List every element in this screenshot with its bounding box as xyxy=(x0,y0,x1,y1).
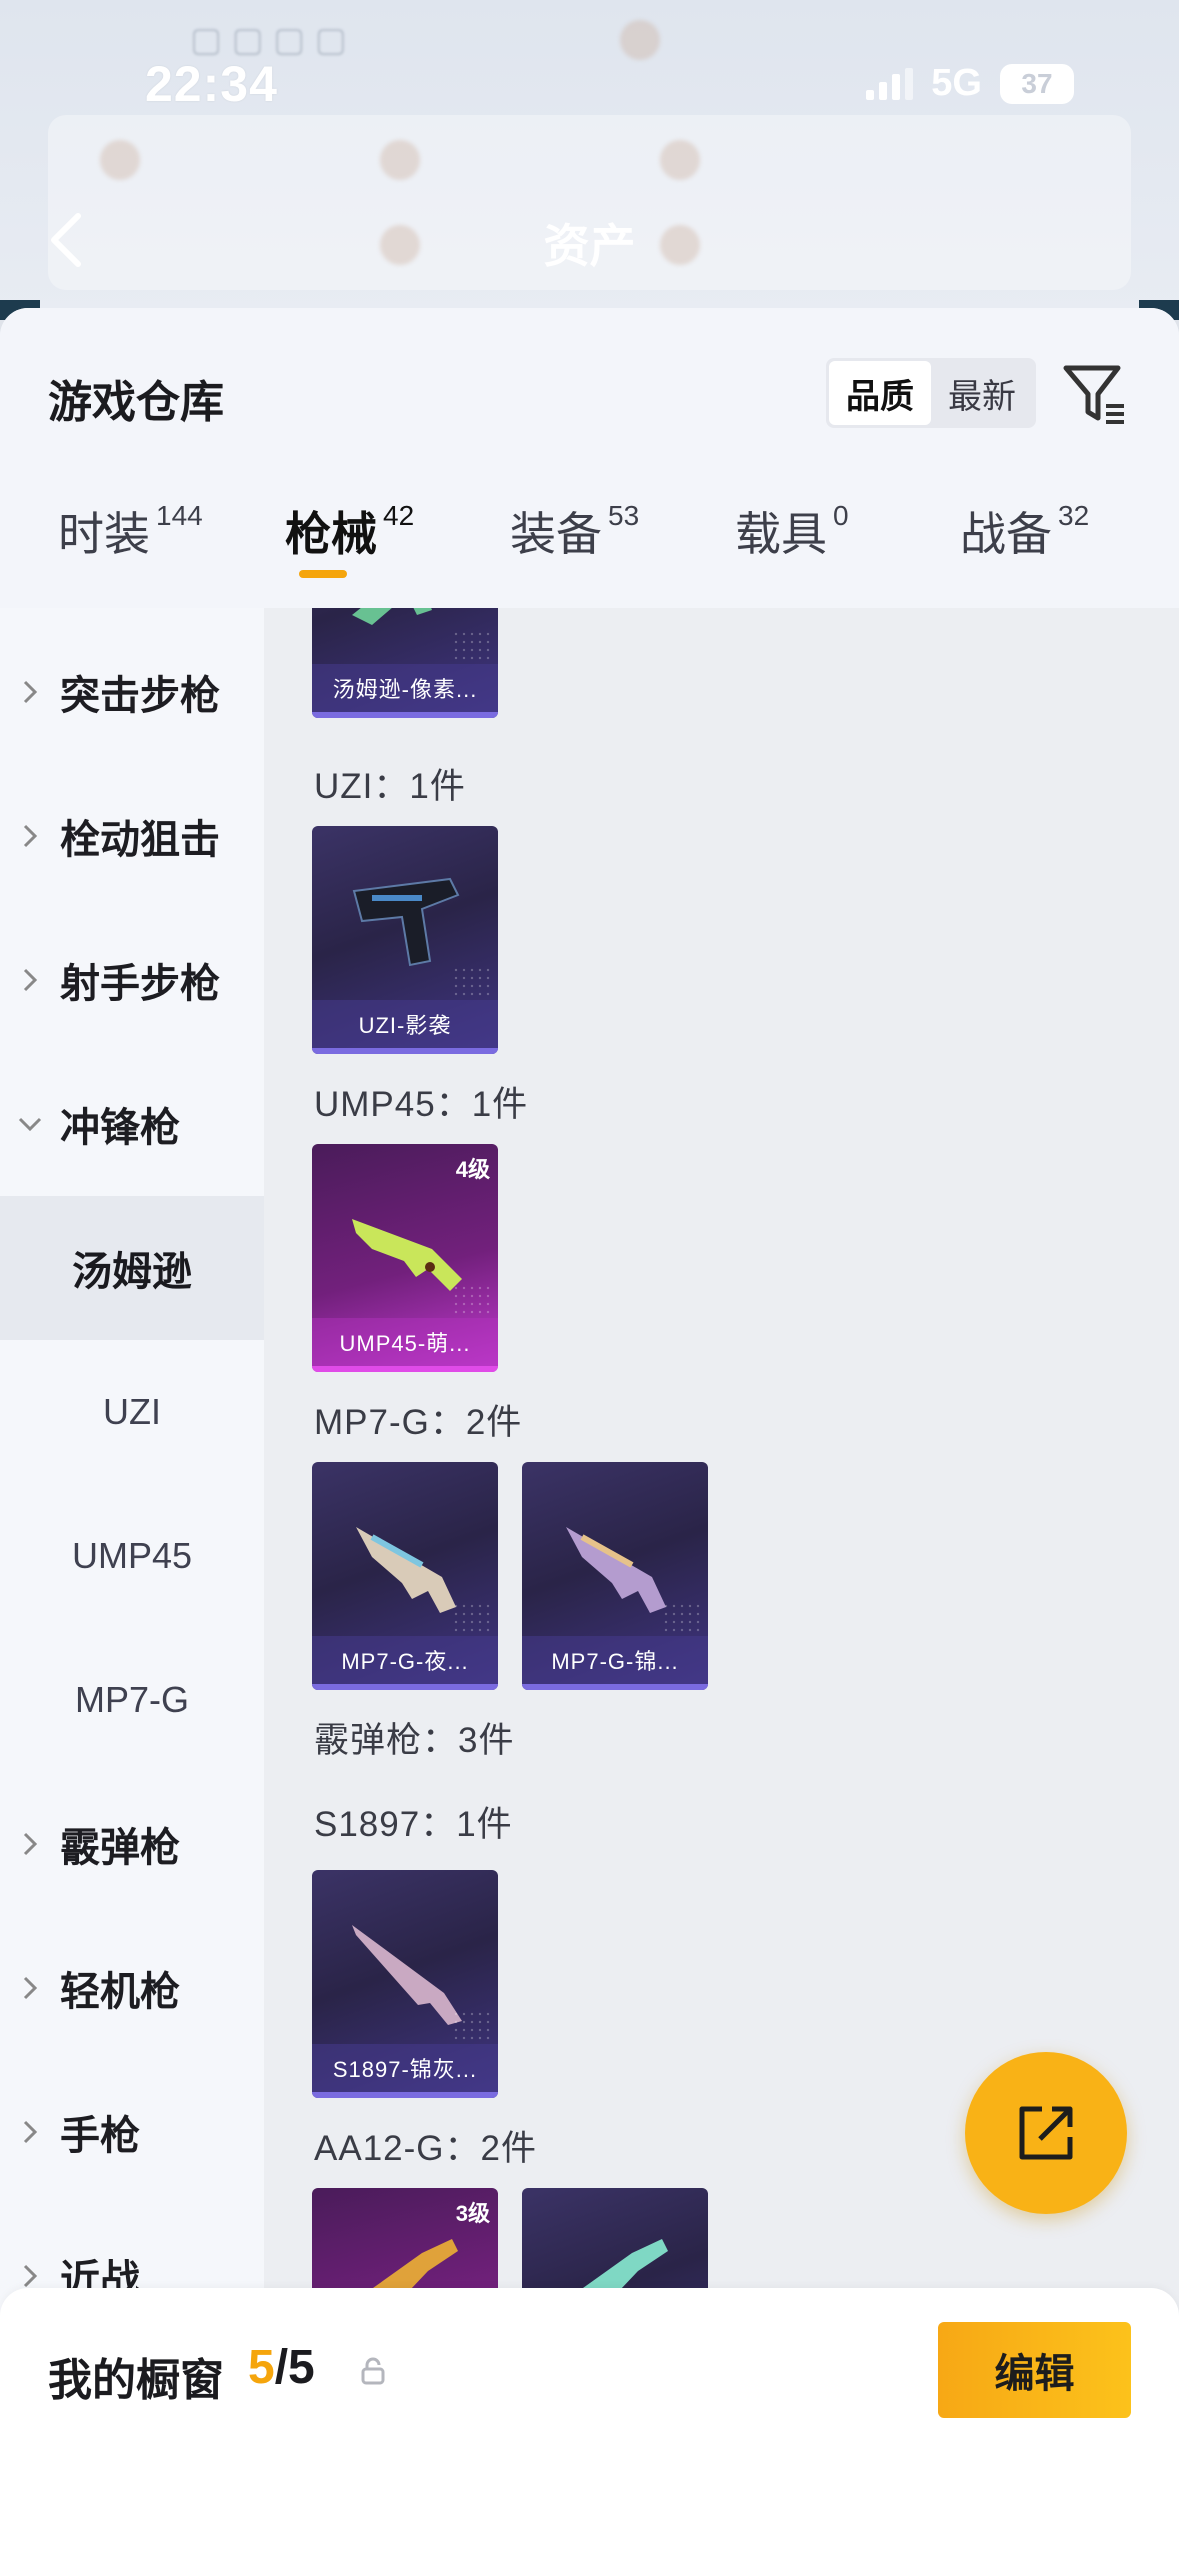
active-tab-indicator xyxy=(299,570,347,578)
lock-icon xyxy=(361,2357,385,2385)
chevron-down-icon xyxy=(0,1116,60,1132)
network-type: 5G xyxy=(931,62,982,104)
sidebar-item-label: 射手步枪 xyxy=(60,962,220,1006)
chevron-right-icon xyxy=(0,967,60,993)
chevron-right-icon xyxy=(0,1831,60,1857)
item-list: 汤姆逊-像素... UZI：1件 UZI-影袭 UMP45：1件 4级 UMP4… xyxy=(264,608,1179,2556)
sidebar-item-label: 霰弹枪 xyxy=(60,1826,180,1870)
category-tabs: 时装 144 枪械 42 装备 53 载具 0 战备 32 xyxy=(0,498,1179,608)
edit-button[interactable]: 编辑 xyxy=(938,2322,1131,2418)
sidebar-item-bolt-sniper[interactable]: 栓动狙击 xyxy=(0,764,264,908)
item-card[interactable]: 4级 UMP45-萌... xyxy=(312,1144,498,1372)
blurred-icon xyxy=(100,140,140,180)
group-title: AA12-G：2件 xyxy=(314,2129,537,2168)
group-title: S1897：1件 xyxy=(314,1805,513,1844)
showcase-count: 5/5 xyxy=(248,2341,315,2394)
signal-icon xyxy=(866,67,914,100)
tab-vehicles[interactable]: 载具 0 xyxy=(735,498,849,608)
showcase-label: 我的橱窗 xyxy=(48,2356,224,2405)
sidebar-sub-ump45[interactable]: UMP45 xyxy=(0,1484,264,1628)
chevron-right-icon xyxy=(0,823,60,849)
item-name: MP7-G-夜... xyxy=(312,1636,498,1684)
sort-option-quality[interactable]: 品质 xyxy=(829,361,931,425)
tab-count: 144 xyxy=(156,500,203,531)
group-title: UMP45：1件 xyxy=(314,1085,529,1124)
blurred-icon xyxy=(380,140,420,180)
blurred-text: ▢ ▢ ▢ ▢ xyxy=(190,21,347,59)
sidebar-item-lmg[interactable]: 轻机枪 xyxy=(0,1916,264,2060)
sidebar-item-marksman-rifle[interactable]: 射手步枪 xyxy=(0,908,264,1052)
chevron-right-icon xyxy=(0,2119,60,2145)
tab-count: 53 xyxy=(608,500,640,531)
external-link-icon xyxy=(1019,2106,1073,2160)
tab-equipment[interactable]: 装备 53 xyxy=(510,498,639,608)
item-card[interactable]: MP7-G-锦... xyxy=(522,1462,708,1690)
status-time: 22:34 xyxy=(145,56,278,112)
tab-label: 时装 xyxy=(58,508,150,560)
page-title: 资产 xyxy=(543,220,636,272)
group-title: UZI：1件 xyxy=(314,767,466,806)
sidebar-item-label: 栓动狙击 xyxy=(60,818,220,862)
sidebar-sub-mp7g[interactable]: MP7-G xyxy=(0,1628,264,1772)
sidebar-sub-thompson[interactable]: 汤姆逊 xyxy=(0,1196,264,1340)
sidebar-item-label: 轻机枪 xyxy=(60,1970,180,2014)
tab-count: 32 xyxy=(1058,500,1090,531)
sidebar-item-shotgun[interactable]: 霰弹枪 xyxy=(0,1772,264,1916)
backdrop: ▢ ▢ ▢ ▢ 22:34 5G 37 资产 xyxy=(0,0,1179,320)
tab-label: 载具 xyxy=(735,508,827,560)
item-name: 汤姆逊-像素... xyxy=(312,664,498,712)
chevron-right-icon xyxy=(0,2263,60,2289)
chevron-right-icon xyxy=(0,1975,60,2001)
item-name: S1897-锦灰... xyxy=(312,2044,498,2092)
item-name: UZI-影袭 xyxy=(312,1000,498,1048)
item-card[interactable]: S1897-锦灰... xyxy=(312,1870,498,2098)
sort-option-latest[interactable]: 最新 xyxy=(931,361,1033,425)
tab-label: 枪械 xyxy=(285,508,377,560)
tab-label: 装备 xyxy=(510,508,602,560)
group-title: MP7-G：2件 xyxy=(314,1403,523,1442)
showcase-bar: 我的橱窗 5/5 编辑 xyxy=(0,2288,1179,2556)
group-title: 霰弹枪：3件 xyxy=(314,1721,515,1760)
status-indicators: 5G 37 xyxy=(866,62,1074,105)
tab-supplies[interactable]: 战备 32 xyxy=(960,498,1089,608)
sidebar-item-smg[interactable]: 冲锋枪 xyxy=(0,1052,264,1196)
item-card[interactable]: MP7-G-夜... xyxy=(312,1462,498,1690)
tab-count: 0 xyxy=(833,500,849,531)
chevron-right-icon xyxy=(0,679,60,705)
item-name: MP7-G-锦... xyxy=(522,1636,708,1684)
sidebar-item-pistol[interactable]: 手枪 xyxy=(0,2060,264,2204)
warehouse-sheet: 游戏仓库 品质 最新 时装 144 枪械 42 装备 53 载具 0 战备 32… xyxy=(0,308,1179,2556)
tab-label: 战备 xyxy=(960,508,1052,560)
battery-icon: 37 xyxy=(1000,63,1074,104)
sidebar-item-assault-rifle[interactable]: 突击步枪 xyxy=(0,620,264,764)
sidebar-item-label: 冲锋枪 xyxy=(60,1106,180,1150)
item-name: UMP45-萌... xyxy=(312,1318,498,1366)
tab-count: 42 xyxy=(383,500,415,531)
tab-guns[interactable]: 枪械 42 xyxy=(285,498,414,608)
sheet-title: 游戏仓库 xyxy=(48,378,224,427)
blurred-icon xyxy=(660,140,700,180)
item-card[interactable]: 汤姆逊-像素... xyxy=(312,608,498,718)
sidebar-item-label: 手枪 xyxy=(60,2114,140,2158)
sort-toggle: 品质 最新 xyxy=(826,358,1036,428)
blurred-avatar xyxy=(620,20,660,60)
sidebar-item-label: 突击步枪 xyxy=(60,674,220,718)
filter-icon[interactable] xyxy=(1060,360,1128,428)
sheet-header: 游戏仓库 品质 最新 时装 144 枪械 42 装备 53 载具 0 战备 32 xyxy=(0,308,1179,608)
category-sidebar: 突击步枪 栓动狙击 射手步枪 冲锋枪 汤姆逊 UZI UMP45 MP7-G 霰… xyxy=(0,608,264,2556)
sidebar-sub-uzi[interactable]: UZI xyxy=(0,1340,264,1484)
share-button[interactable] xyxy=(965,2052,1127,2214)
item-card[interactable]: UZI-影袭 xyxy=(312,826,498,1054)
tab-fashion[interactable]: 时装 144 xyxy=(58,498,203,608)
